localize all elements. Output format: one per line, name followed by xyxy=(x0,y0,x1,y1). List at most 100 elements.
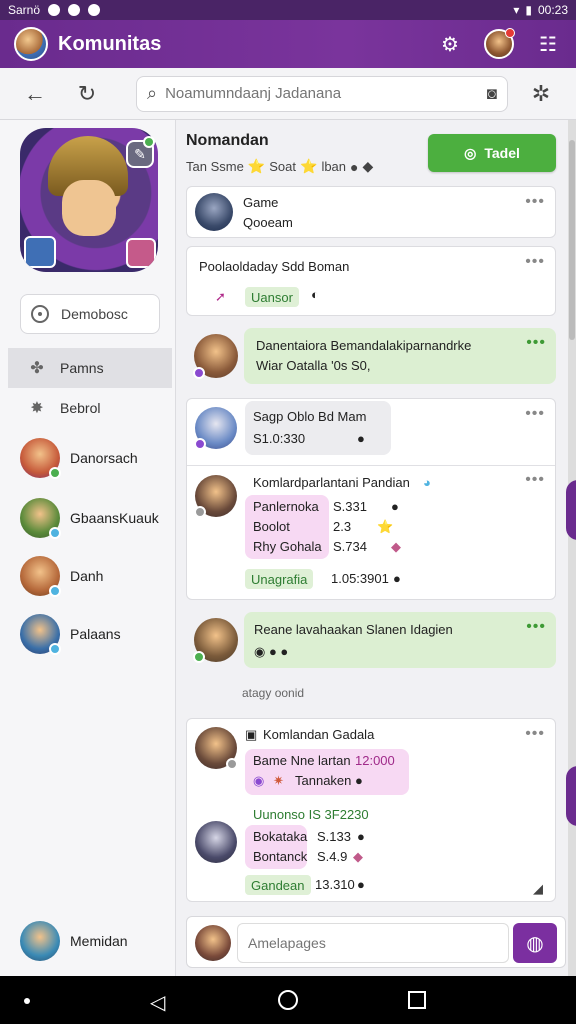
hero-avatar-image[interactable]: ✎ xyxy=(20,128,158,272)
recents-square-icon[interactable] xyxy=(408,991,426,1009)
back-arrow-icon[interactable]: ← xyxy=(20,79,50,109)
current-user[interactable]: Memidan xyxy=(20,920,170,962)
more-options-icon[interactable]: ••• xyxy=(525,253,545,271)
send-icon: ◍ xyxy=(526,932,544,955)
side-handle[interactable] xyxy=(566,480,576,540)
date-divider: atagy oonid xyxy=(242,686,305,700)
post-title: Poolaoldaday Sdd Boman xyxy=(199,259,350,274)
message-line: Tannaken xyxy=(295,773,352,788)
send-button[interactable]: ◍ xyxy=(513,923,557,963)
avatar[interactable] xyxy=(193,618,238,663)
friend-name: Danorsach xyxy=(70,450,138,466)
clock: 00:23 xyxy=(537,3,568,17)
meta-item: Soat xyxy=(269,159,296,174)
coin-icon: ● xyxy=(350,158,359,175)
message-bubble[interactable]: Reane lavahaakan Slanen Idagien ◉ ● ● ••… xyxy=(244,612,556,668)
item-label: Rhy Gohala xyxy=(253,539,322,554)
search-input[interactable] xyxy=(165,85,487,102)
side-handle[interactable] xyxy=(566,766,576,826)
message-line: Wiar Oatalla '0s S0, xyxy=(256,358,371,373)
item-value: S.734 xyxy=(333,539,367,554)
nav-item-pamns[interactable]: ✤ Pamns xyxy=(8,348,172,388)
item-value: S.4.9 xyxy=(317,849,348,864)
channel-header: Nomandan Tan Ssme ⭐ Soat ⭐ lban ● ◆ xyxy=(186,132,373,175)
group-icon[interactable]: ☷ xyxy=(534,30,562,58)
avatar[interactable] xyxy=(195,821,237,863)
current-user-name: Memidan xyxy=(70,933,128,949)
star-icon: ⭐ xyxy=(377,519,394,534)
coin-icon: ● xyxy=(393,571,401,586)
message-title: Reane lavahaakan Slanen Idagien xyxy=(254,622,453,637)
avatar xyxy=(20,614,61,655)
friend-item[interactable]: Danorsach xyxy=(20,436,170,480)
coin-icon: ● xyxy=(391,499,399,514)
post-card: ▣ Komlandan Gadala ••• Bame Nne lartan 1… xyxy=(186,718,556,902)
item-value: S.331 xyxy=(333,499,367,514)
post-subtitle: Qooeam xyxy=(243,215,293,230)
avatar[interactable] xyxy=(194,407,237,450)
more-options-icon[interactable]: ••• xyxy=(525,471,545,489)
more-options-icon[interactable]: ••• xyxy=(526,618,546,636)
back-triangle-icon[interactable]: ◁ xyxy=(150,990,165,1015)
star-icon: ⭐ xyxy=(300,158,318,174)
avatar xyxy=(20,921,60,961)
avatar[interactable] xyxy=(193,334,238,379)
sidebar: ✎ Demobosc ✤ Pamns ✸ Bebrol Danorsach Gb… xyxy=(0,120,176,976)
resize-handle-icon[interactable]: ◢ xyxy=(533,881,543,897)
more-options-icon[interactable]: ••• xyxy=(525,193,545,211)
post-card: Sagp Oblo Bd Mam S1.0:330 ● ••• Komlardp… xyxy=(186,398,556,600)
friend-item[interactable]: GbaansKuauk xyxy=(20,496,170,540)
post-tag: Gandean xyxy=(245,875,311,895)
more-options-icon[interactable]: ••• xyxy=(526,334,546,352)
settings-gear-icon[interactable]: ⚙ xyxy=(436,30,464,58)
home-circle-icon[interactable] xyxy=(278,990,298,1010)
section-label: Uunonso IS 3F2230 xyxy=(253,807,369,822)
message-input[interactable] xyxy=(237,923,509,963)
meta-item: Tan Ssme xyxy=(186,159,244,174)
target-icon xyxy=(31,305,49,323)
channel-title: Nomandan xyxy=(186,132,269,149)
item-value: S.133 xyxy=(317,829,351,844)
notification-badge xyxy=(505,28,515,38)
friend-name: Palaans xyxy=(70,626,121,642)
post-card[interactable]: Poolaoldaday Sdd Boman ➚ Uansor ◐ ••• xyxy=(186,246,556,316)
friend-item[interactable]: Danh xyxy=(20,554,170,598)
message-bubble[interactable]: Danentaiora Bemandalakiparnandrke Wiar O… xyxy=(244,328,556,384)
post-title: Game xyxy=(243,195,279,210)
divider xyxy=(187,465,555,466)
chat-icon: ◎ xyxy=(464,144,477,161)
options-gear-icon[interactable]: ✲ xyxy=(526,79,556,109)
nav-item-bebrol[interactable]: ✸ Bebrol xyxy=(8,388,172,428)
avatar xyxy=(195,193,233,231)
nav-label: Pamns xyxy=(60,360,104,376)
post-title: Komlardparlantani Pandian xyxy=(253,475,410,490)
item-value: 2.3 xyxy=(333,519,352,534)
more-options-icon[interactable]: ••• xyxy=(525,405,545,423)
friend-name: GbaansKuauk xyxy=(70,510,159,526)
post-title-icon: ▣ xyxy=(245,727,258,742)
gem-icon: ◆ xyxy=(353,849,363,864)
gem-icon: ◆ xyxy=(362,158,374,174)
refresh-icon[interactable]: ↻ xyxy=(72,79,102,109)
server-dropdown[interactable]: Demobosc xyxy=(20,294,160,334)
star-icon: ⭐ xyxy=(247,158,266,174)
scrollbar-thumb[interactable] xyxy=(569,140,575,340)
camera-icon[interactable]: ◙ xyxy=(487,84,497,104)
search-bar[interactable]: ⌕ ◙ xyxy=(136,75,508,112)
post-card[interactable]: Game Qooeam ••• xyxy=(186,186,556,238)
avatar[interactable] xyxy=(195,727,238,770)
globe-icon: ◕ xyxy=(423,475,431,490)
avatar[interactable] xyxy=(194,475,237,518)
more-options-icon[interactable]: ••• xyxy=(525,725,545,743)
puzzle-icon: ✤ xyxy=(30,360,44,377)
online-status-dot xyxy=(143,136,155,148)
friend-item[interactable]: Palaans xyxy=(20,612,170,656)
item-label: Bokataka xyxy=(253,829,308,844)
search-icon: ⌕ xyxy=(147,83,158,103)
message-value: 12:000 xyxy=(355,753,395,768)
message-bubble[interactable]: Sagp Oblo Bd Mam S1.0:330 ● xyxy=(245,401,391,455)
profile-avatar[interactable] xyxy=(484,28,515,59)
join-button[interactable]: ◎ Tadel xyxy=(428,134,556,172)
status-bar: Sarnö ▾ ▮ 00:23 xyxy=(0,0,576,20)
message-title: Sagp Oblo Bd Mam xyxy=(253,409,367,424)
